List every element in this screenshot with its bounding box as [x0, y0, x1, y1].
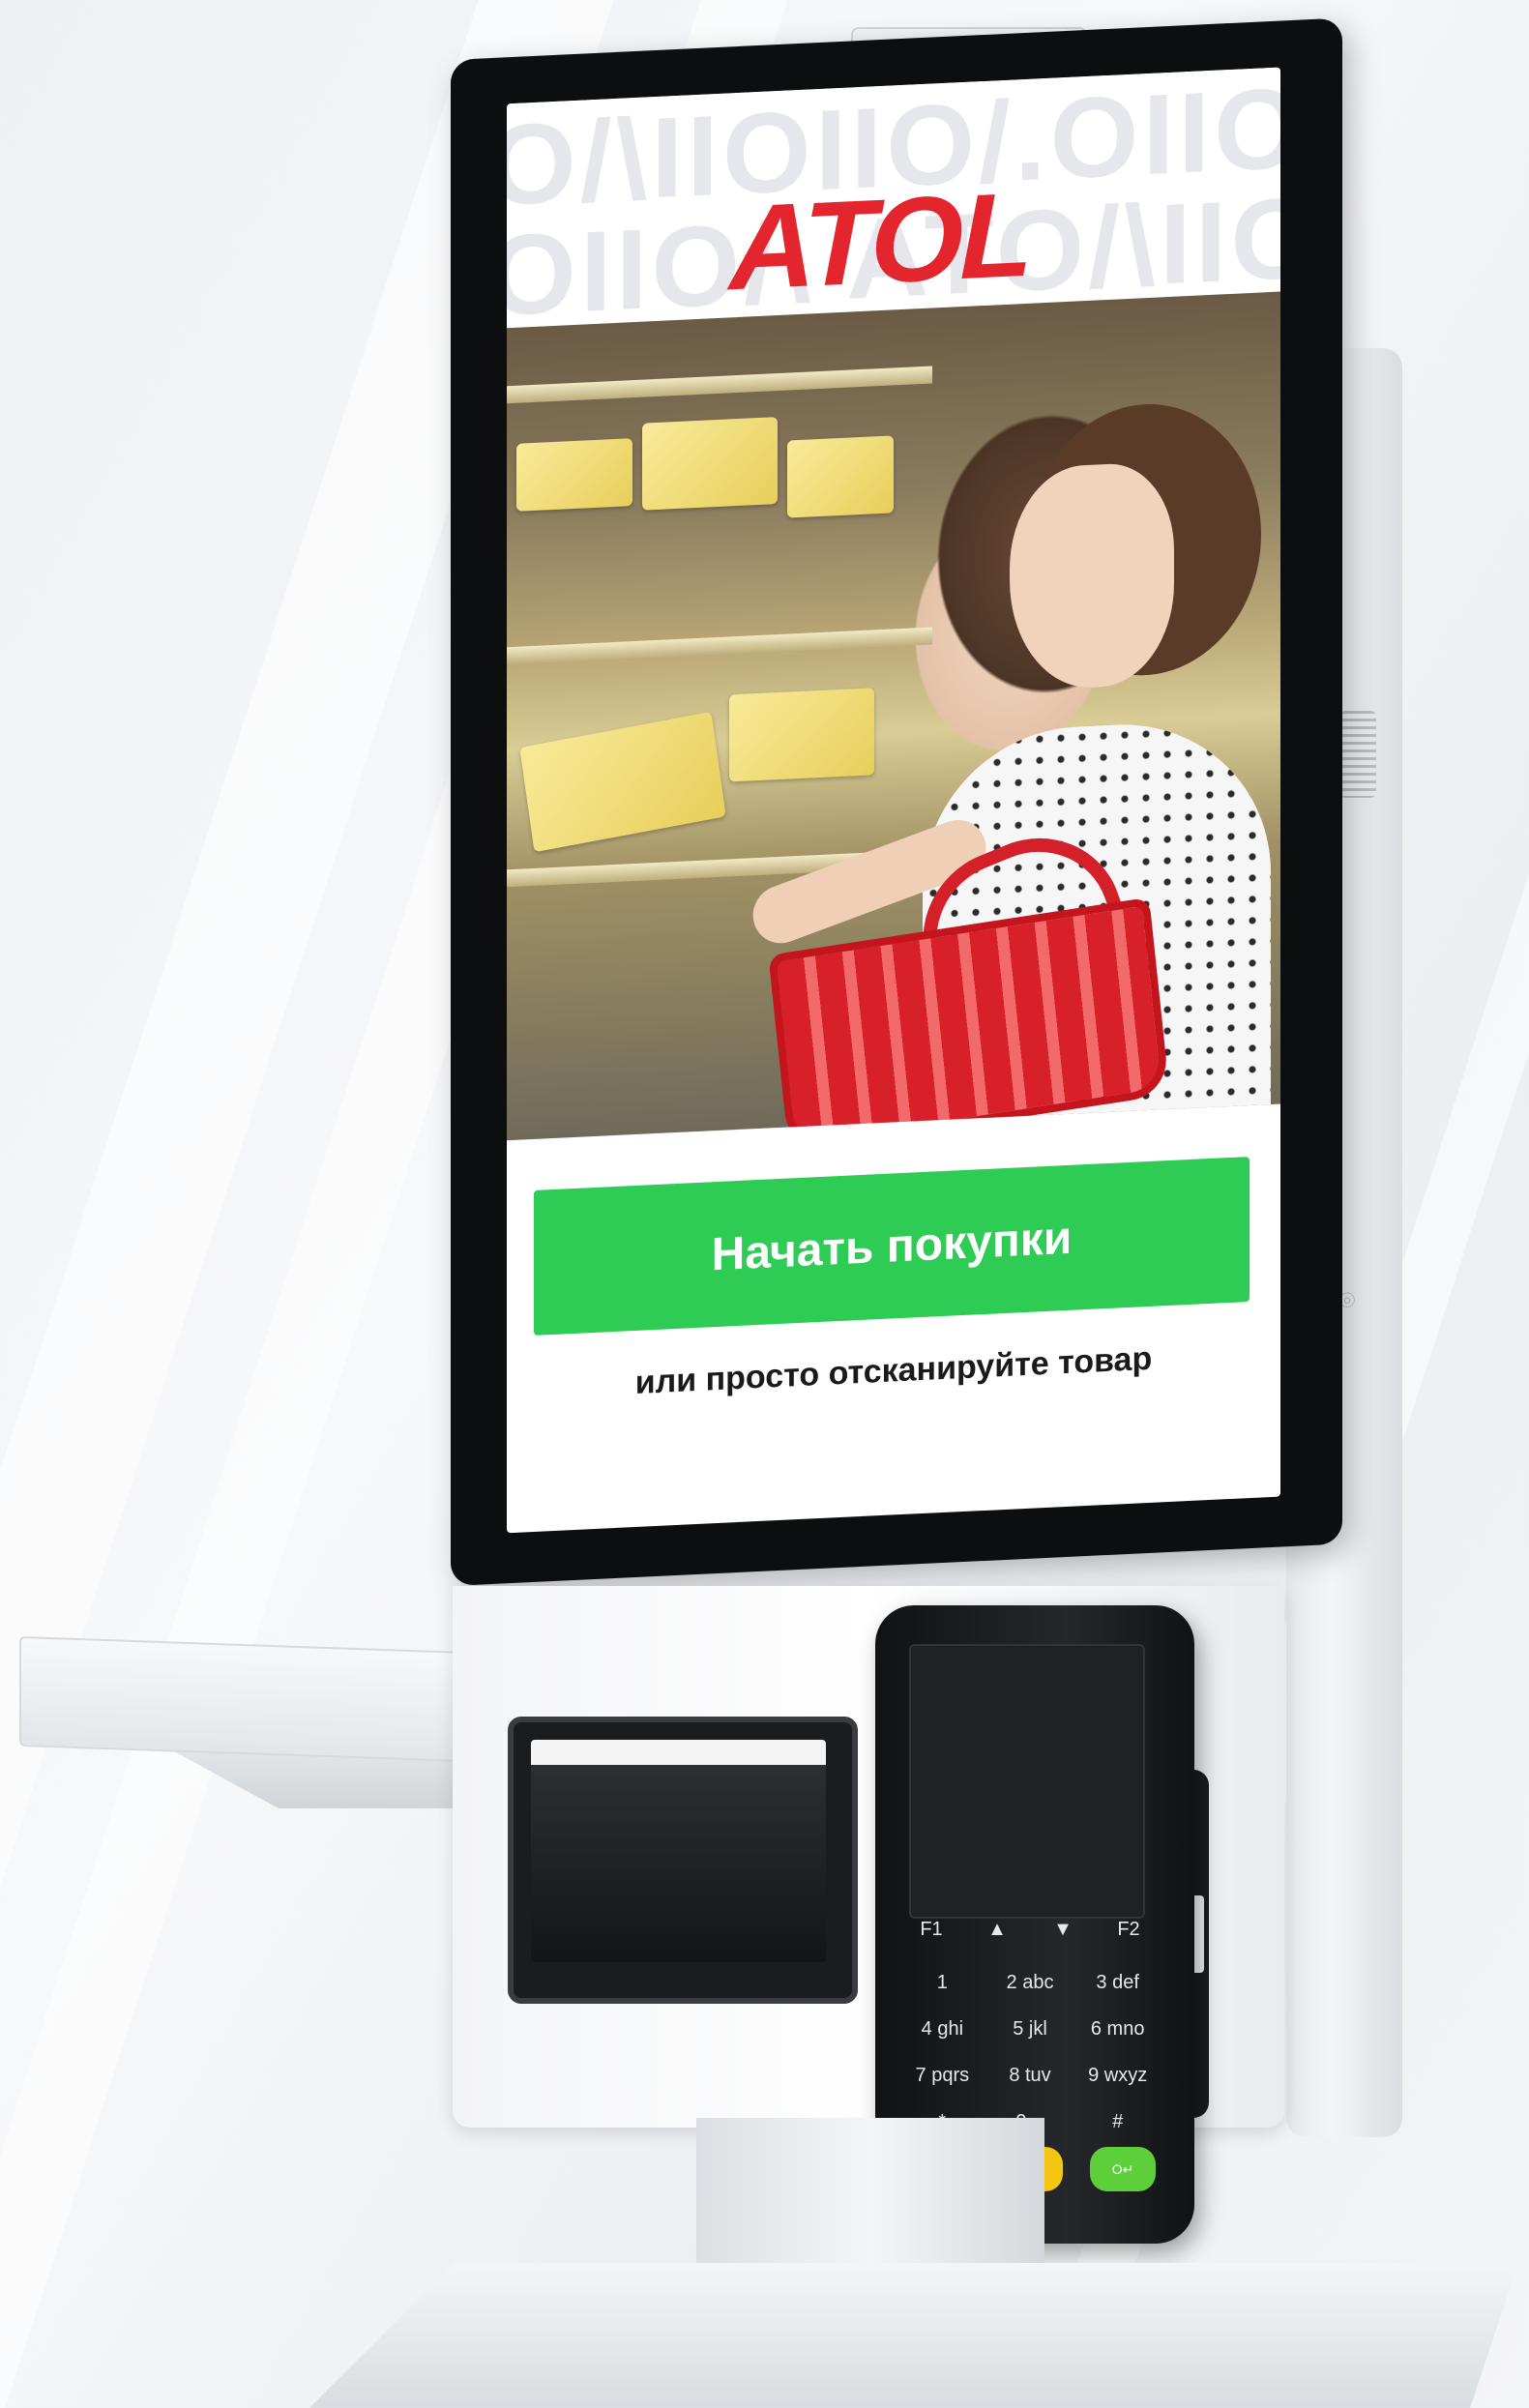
- keypad-key[interactable]: 6 mno: [1079, 2014, 1156, 2043]
- nav-key[interactable]: ▼: [1036, 1915, 1090, 1944]
- keypad-key[interactable]: 4 ghi: [904, 2014, 981, 2043]
- stand-foot: [309, 2263, 1518, 2408]
- brand-header: O/\IIOIIO/.OIIO OIIO/\ ATO/\IIO/. ATOL: [507, 67, 1280, 327]
- nav-key[interactable]: ▲: [970, 1915, 1024, 1944]
- scan-hint-text: или просто отсканируйте товар: [634, 1339, 1153, 1402]
- bag-tray: [19, 1635, 468, 1763]
- scanner-window: [531, 1740, 826, 1962]
- cheese-block: [642, 417, 778, 511]
- child-face: [1010, 460, 1174, 691]
- speaker-vent: [1339, 711, 1376, 798]
- keypad-key[interactable]: 3 def: [1079, 1968, 1156, 1997]
- start-shopping-button[interactable]: Начать покупки: [534, 1157, 1250, 1336]
- keypad-key[interactable]: #: [1079, 2107, 1156, 2136]
- keypad-key[interactable]: 8 tuv: [992, 2061, 1069, 2090]
- barcode-scanner[interactable]: [508, 1717, 858, 2004]
- keypad-key[interactable]: 9 wxyz: [1079, 2061, 1156, 2090]
- cheese-block: [516, 438, 632, 512]
- terminal-screen: [909, 1644, 1145, 1919]
- shelf: [507, 366, 932, 404]
- nav-key[interactable]: F2: [1102, 1915, 1156, 1944]
- terminal-nav-keys: F1 ▲ ▼ F2: [904, 1915, 1156, 1944]
- brand-logo: ATOL: [729, 167, 1030, 316]
- keypad-key[interactable]: 7 pqrs: [904, 2061, 981, 2090]
- cheese-block: [729, 688, 874, 782]
- cheese-block: [519, 711, 726, 853]
- keypad-key[interactable]: 1: [904, 1968, 981, 1997]
- terminal-keypad: 1 2 abc 3 def 4 ghi 5 jkl 6 mno 7 pqrs 8…: [904, 1968, 1156, 2136]
- shelf: [507, 627, 932, 665]
- keypad-key[interactable]: 5 jkl: [992, 2014, 1069, 2043]
- enter-key[interactable]: O↵: [1090, 2147, 1156, 2191]
- hero-photo: [507, 291, 1280, 1141]
- keypad-key[interactable]: 2 abc: [992, 1968, 1069, 1997]
- nav-key[interactable]: F1: [904, 1915, 958, 1944]
- touchscreen[interactable]: O/\IIOIIO/.OIIO OIIO/\ ATO/\IIO/. ATOL Н…: [507, 67, 1280, 1534]
- cheese-block: [787, 435, 894, 518]
- touchscreen-bezel: O/\IIOIIO/.OIIO OIIO/\ ATO/\IIO/. ATOL Н…: [451, 17, 1342, 1587]
